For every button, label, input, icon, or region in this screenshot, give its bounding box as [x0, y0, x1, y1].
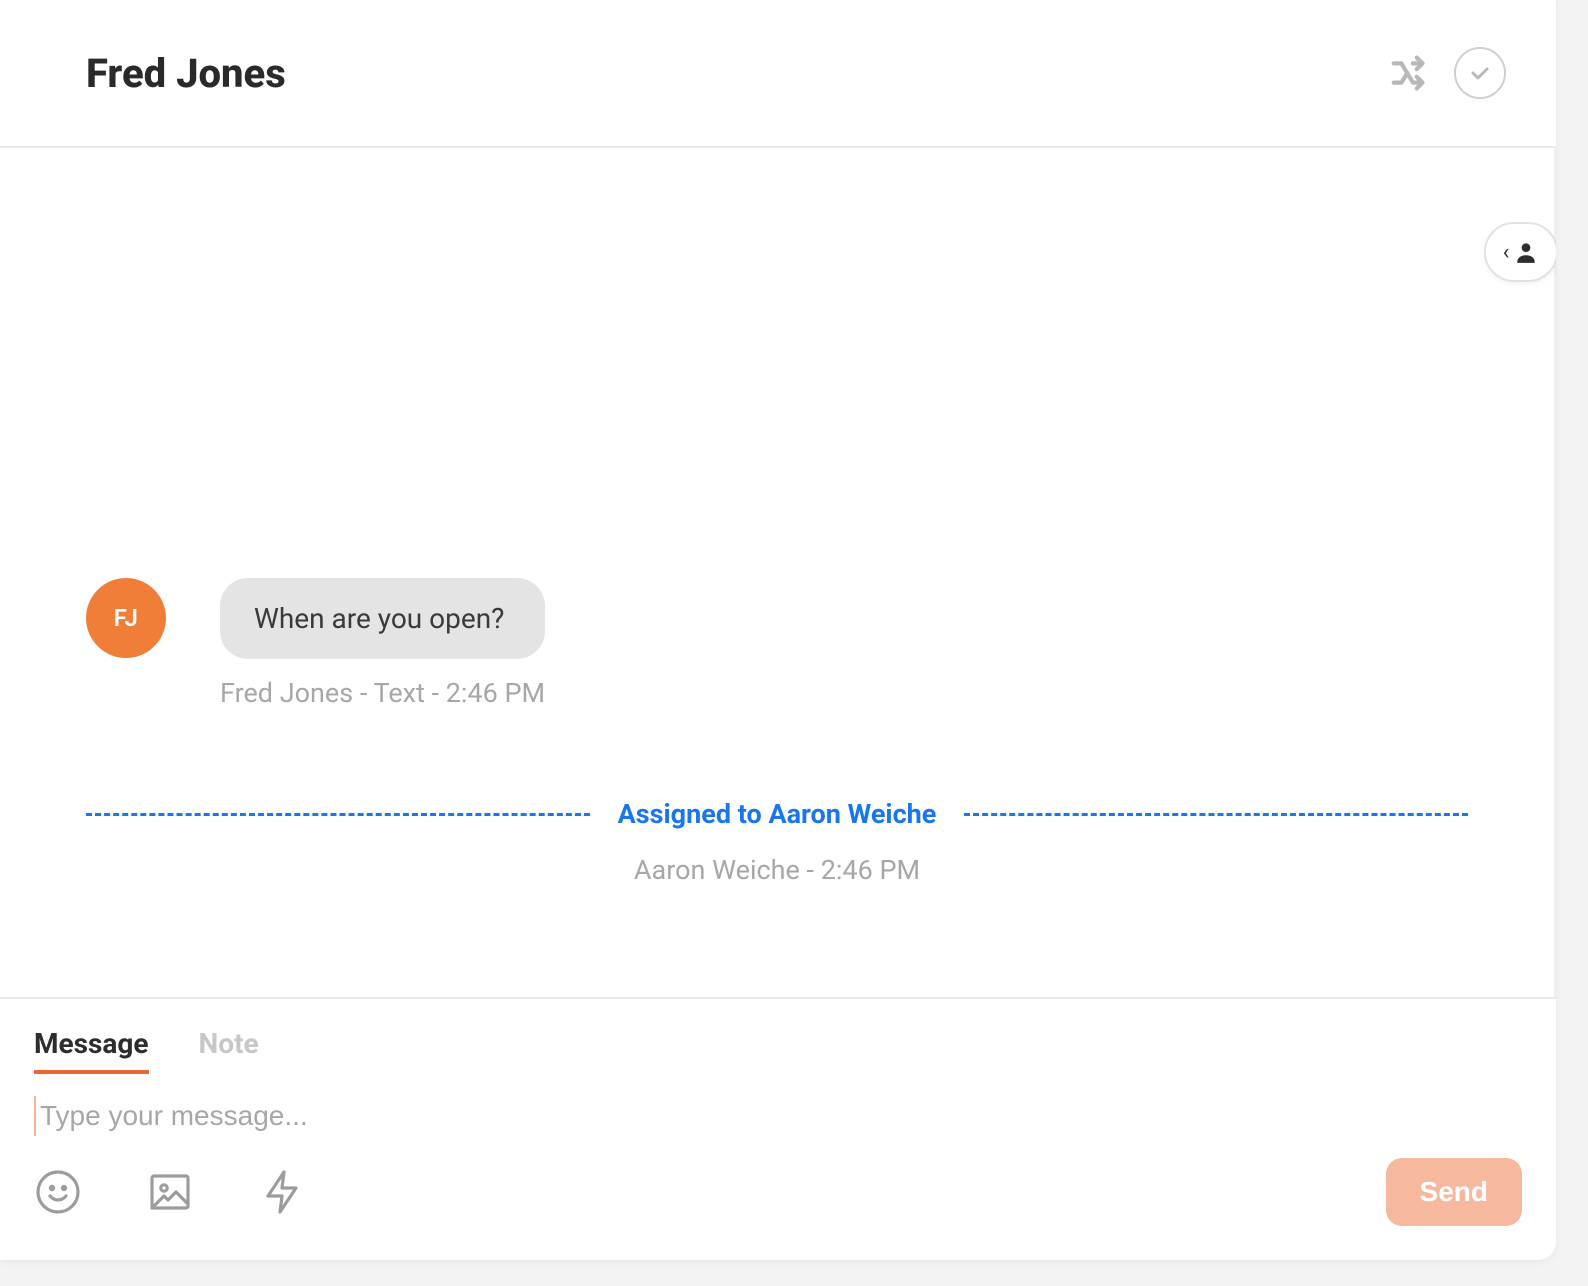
composer-tabs: Message Note [34, 1027, 1522, 1074]
composer-bottom: Send [34, 1158, 1522, 1226]
avatar: FJ [86, 578, 166, 658]
conversation-panel: Fred Jones FJ When are [0, 0, 1556, 1260]
image-icon[interactable] [146, 1168, 194, 1216]
message-input[interactable] [40, 1100, 1522, 1132]
conversation-body: FJ When are you open? Fred Jones - Text … [0, 148, 1556, 997]
emoji-icon[interactable] [34, 1168, 82, 1216]
contact-drawer-toggle[interactable]: ‹ [1484, 222, 1556, 282]
message-bubble: When are you open? [220, 578, 545, 659]
assignment-divider: Assigned to Aaron Weiche Aaron Weiche - … [86, 798, 1468, 886]
header-actions [1388, 47, 1506, 99]
message-meta: Fred Jones - Text - 2:46 PM [220, 677, 545, 709]
tab-note[interactable]: Note [199, 1027, 259, 1074]
tab-message[interactable]: Message [34, 1027, 149, 1074]
shuffle-icon[interactable] [1388, 50, 1434, 96]
chevron-left-icon: ‹ [1503, 240, 1510, 265]
assignment-text: Assigned to Aaron Weiche [618, 798, 937, 830]
conversation-header: Fred Jones [0, 0, 1556, 148]
composer: Message Note [0, 997, 1556, 1260]
text-cursor [34, 1096, 36, 1136]
assignment-meta: Aaron Weiche - 2:46 PM [86, 854, 1468, 886]
message-input-wrap [34, 1096, 1522, 1136]
assignment-line: Assigned to Aaron Weiche [86, 798, 1468, 830]
mark-done-button[interactable] [1454, 47, 1506, 99]
composer-icons [34, 1168, 306, 1216]
send-button[interactable]: Send [1386, 1158, 1522, 1226]
message-column: When are you open? Fred Jones - Text - 2… [220, 578, 545, 709]
person-icon [1513, 239, 1539, 265]
contact-name: Fred Jones [86, 50, 286, 97]
lightning-icon[interactable] [258, 1168, 306, 1216]
incoming-message: FJ When are you open? Fred Jones - Text … [86, 578, 545, 709]
